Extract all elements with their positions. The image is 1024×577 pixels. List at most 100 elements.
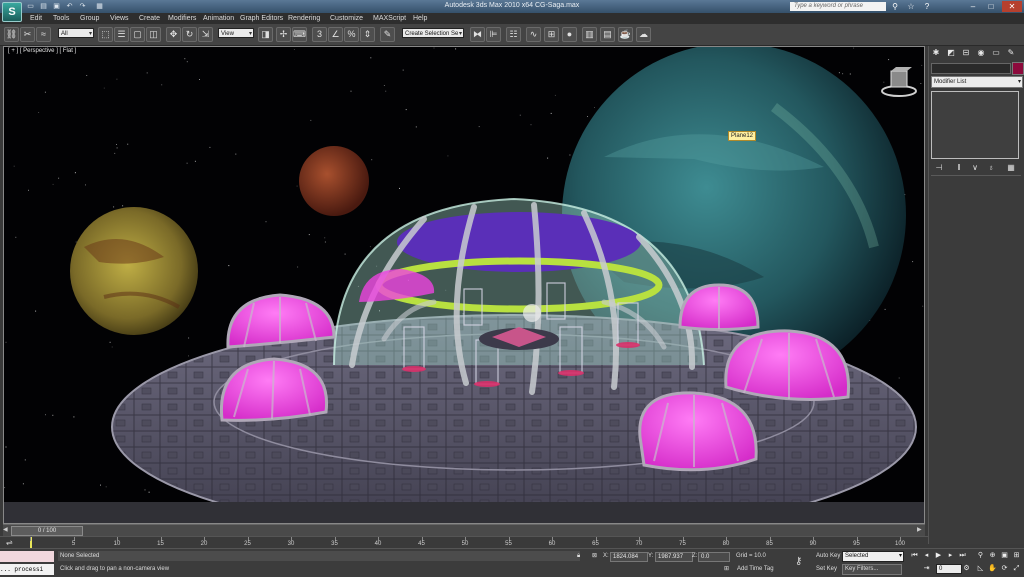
named-selection-sets-dropdown[interactable]: Create Selection Se	[402, 28, 464, 39]
pan-view-icon[interactable]: ✋	[988, 564, 997, 573]
align-icon[interactable]: ⊫	[486, 27, 501, 42]
search-input[interactable]: Type a keyword or phrase	[790, 2, 886, 11]
menu-create[interactable]: Create	[139, 14, 160, 23]
save-icon[interactable]: ▣	[51, 2, 62, 11]
unlink-icon[interactable]: ✂	[20, 27, 35, 42]
menu-tools[interactable]: Tools	[53, 14, 69, 23]
zoom-icon[interactable]: ⚲	[976, 551, 985, 560]
remove-modifier-icon[interactable]: ♁	[985, 163, 997, 172]
field-of-view-icon[interactable]: ◺	[976, 564, 985, 573]
menu-graph-editors[interactable]: Graph Editors	[240, 14, 283, 23]
modify-icon[interactable]: ◩	[946, 48, 956, 58]
zoom-extents-icon[interactable]: ▣	[1000, 551, 1009, 560]
set-key-button[interactable]: Set Key	[816, 565, 837, 574]
curve-editor-icon[interactable]: ∿	[526, 27, 541, 42]
undo-icon[interactable]: ↶	[64, 2, 75, 11]
menu-help[interactable]: Help	[413, 14, 427, 23]
next-frame-icon[interactable]: ▶	[917, 526, 924, 534]
add-time-tag[interactable]: Add Time Tag	[737, 565, 774, 574]
maximize-viewport-icon[interactable]: ⤢	[1012, 564, 1021, 573]
auto-key-button[interactable]: Auto Key	[816, 552, 840, 561]
time-tag-icon[interactable]: ⊞	[724, 565, 729, 574]
create-icon[interactable]: ✱	[931, 48, 941, 58]
set-keys-icon[interactable]: ⚷	[795, 557, 802, 567]
key-filters-button[interactable]: Key Filters...	[842, 564, 902, 575]
mirror-icon[interactable]: ⧓	[470, 27, 485, 42]
y-coordinate-field[interactable]: 1987.937	[655, 552, 693, 562]
menu-rendering[interactable]: Rendering	[288, 14, 320, 23]
utilities-icon[interactable]: ✎	[1006, 48, 1016, 58]
go-to-end-icon[interactable]: ⏭	[958, 551, 967, 560]
selection-region-icon[interactable]: ▢	[130, 27, 145, 42]
material-editor-icon[interactable]: ●	[562, 27, 577, 42]
select-manipulate-icon[interactable]: ✢	[276, 27, 291, 42]
spinner-snap-icon[interactable]: ⇕	[360, 27, 375, 42]
project-icon[interactable]: ▦	[94, 2, 105, 11]
orbit-icon[interactable]: ⟳	[1000, 564, 1009, 573]
time-configuration-icon[interactable]: ⚙	[962, 564, 971, 573]
menu-animation[interactable]: Animation	[203, 14, 234, 23]
key-mode-toggle-icon[interactable]: ⇥	[922, 564, 931, 573]
modifier-list-dropdown[interactable]: Modifier List	[931, 76, 1023, 88]
help-icon[interactable]: ?	[920, 1, 934, 12]
menu-maxscript[interactable]: MAXScript	[373, 14, 406, 23]
render-production-icon[interactable]: ☕	[618, 27, 633, 42]
viewcube-icon[interactable]	[880, 67, 918, 97]
lock-selection-icon[interactable]: 🔒︎	[577, 552, 580, 561]
menu-edit[interactable]: Edit	[30, 14, 42, 23]
percent-snap-icon[interactable]: %	[344, 27, 359, 42]
key-mode-dropdown[interactable]: Selected	[842, 551, 904, 562]
reference-coordinate-dropdown[interactable]: View	[218, 28, 254, 39]
new-icon[interactable]: ▭	[25, 2, 36, 11]
display-icon[interactable]: ▭	[991, 48, 1001, 58]
mini-curve-editor-icon[interactable]: ⇌	[6, 538, 16, 547]
menu-customize[interactable]: Customize	[330, 14, 363, 23]
select-by-name-icon[interactable]: ☰	[114, 27, 129, 42]
search-icon[interactable]: ⚲	[888, 1, 902, 12]
close-button[interactable]: ✕	[1002, 1, 1022, 12]
window-crossing-icon[interactable]: ◫	[146, 27, 161, 42]
modifier-stack[interactable]	[931, 91, 1019, 159]
play-icon[interactable]: ▶	[934, 551, 943, 560]
time-slider-handle[interactable]: 0 / 100	[11, 526, 83, 536]
maxscript-listener-input[interactable]: ... processi	[0, 564, 54, 575]
zoom-all-icon[interactable]: ⊕	[988, 551, 997, 560]
selection-filter-dropdown[interactable]: All	[58, 28, 94, 39]
bind-space-warp-icon[interactable]: ≈	[36, 27, 51, 42]
scale-icon[interactable]: ⇲	[198, 27, 213, 42]
menu-group[interactable]: Group	[80, 14, 99, 23]
render-setup-icon[interactable]: ▥	[582, 27, 597, 42]
maxscript-listener-output[interactable]	[0, 551, 54, 562]
object-name-field[interactable]	[931, 63, 1011, 74]
pivot-center-icon[interactable]: ◨	[258, 27, 273, 42]
schematic-view-icon[interactable]: ⊞	[544, 27, 559, 42]
rendered-frame-window-icon[interactable]: ▤	[600, 27, 615, 42]
angle-snap-icon[interactable]: ∠	[328, 27, 343, 42]
motion-icon[interactable]: ◉	[976, 48, 986, 58]
keyboard-shortcut-icon[interactable]: ⌨	[292, 27, 307, 42]
go-to-start-icon[interactable]: ⏮	[910, 551, 919, 560]
redo-icon[interactable]: ↷	[77, 2, 88, 11]
z-coordinate-field[interactable]: 0.0	[698, 552, 730, 562]
x-coordinate-field[interactable]: 1824.084	[610, 552, 648, 562]
hierarchy-icon[interactable]: ⊟	[961, 48, 971, 58]
zoom-extents-all-icon[interactable]: ⊞	[1012, 551, 1021, 560]
maximize-button[interactable]: □	[984, 1, 998, 12]
configure-modifier-sets-icon[interactable]: ▦	[1005, 163, 1017, 172]
make-unique-icon[interactable]: ∨	[969, 163, 981, 172]
menu-modifiers[interactable]: Modifiers	[168, 14, 196, 23]
app-logo[interactable]: S	[2, 2, 22, 22]
previous-key-icon[interactable]: ◂	[922, 551, 931, 560]
time-slider[interactable]: ◀ 0 / 100 ▶	[3, 524, 925, 536]
layer-manager-icon[interactable]: ☷	[506, 27, 521, 42]
previous-frame-icon[interactable]: ◀	[3, 526, 10, 534]
render-iterative-icon[interactable]: ☁	[636, 27, 651, 42]
edit-named-selection-icon[interactable]: ✎	[380, 27, 395, 42]
viewport-label[interactable]: [ + ] [ Perspective ] [ Flat ]	[8, 48, 76, 54]
move-icon[interactable]: ✥	[166, 27, 181, 42]
subscription-icon[interactable]: ☆	[904, 1, 918, 12]
select-object-icon[interactable]: ⬚	[98, 27, 113, 42]
minimize-button[interactable]: –	[966, 1, 980, 12]
object-color-swatch[interactable]	[1012, 62, 1024, 75]
next-key-icon[interactable]: ▸	[946, 551, 955, 560]
